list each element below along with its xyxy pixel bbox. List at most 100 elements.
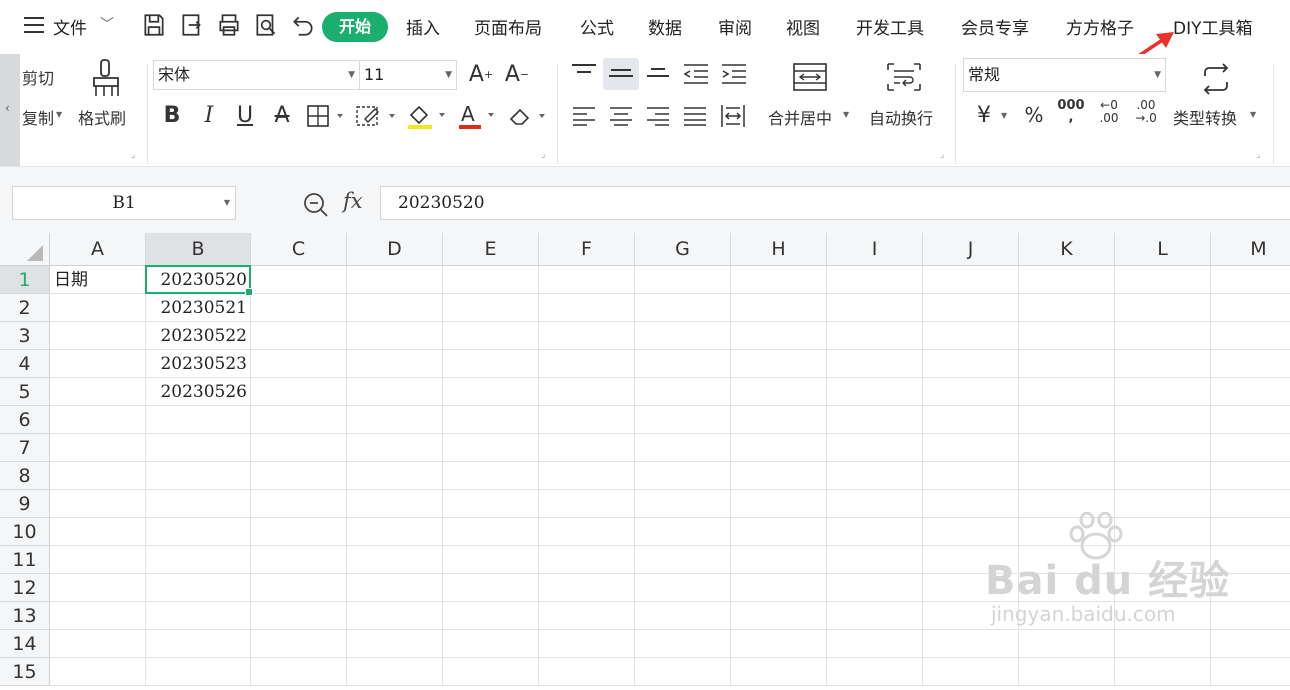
tab-member[interactable]: 会员专享 <box>961 14 1029 39</box>
print-preview-icon[interactable] <box>253 12 279 38</box>
justify-icon[interactable] <box>683 106 707 126</box>
column-header-h[interactable]: H <box>731 233 827 266</box>
align-right-icon[interactable] <box>646 106 670 126</box>
cell-m3[interactable] <box>1211 322 1290 350</box>
underline-icon[interactable]: U <box>231 101 259 129</box>
percent-icon[interactable]: % <box>1020 101 1048 129</box>
cell-d1[interactable] <box>347 266 443 294</box>
cell-j3[interactable] <box>923 322 1019 350</box>
cell-d9[interactable] <box>347 490 443 518</box>
cell-c8[interactable] <box>251 462 347 490</box>
cell-h1[interactable] <box>731 266 827 294</box>
group-expand-icon[interactable]: ⌟ <box>940 150 944 160</box>
cell-a6[interactable] <box>50 406 146 434</box>
cell-h4[interactable] <box>731 350 827 378</box>
cell-e12[interactable] <box>443 574 539 602</box>
column-header-i[interactable]: I <box>827 233 923 266</box>
merge-center-button[interactable]: 合并居中 <box>768 105 832 129</box>
row-header-5[interactable]: 5 <box>0 378 50 406</box>
cell-d8[interactable] <box>347 462 443 490</box>
cell-k6[interactable] <box>1019 406 1115 434</box>
cell-k10[interactable] <box>1019 518 1115 546</box>
cell-a7[interactable] <box>50 434 146 462</box>
tab-data[interactable]: 数据 <box>648 14 682 39</box>
cell-j12[interactable] <box>923 574 1019 602</box>
cell-k2[interactable] <box>1019 294 1115 322</box>
cell-i10[interactable] <box>827 518 923 546</box>
cell-j11[interactable] <box>923 546 1019 574</box>
cell-f7[interactable] <box>539 434 635 462</box>
caret-down-icon[interactable]: ▼ <box>224 187 230 219</box>
align-middle-icon[interactable] <box>603 58 639 90</box>
cell-d10[interactable] <box>347 518 443 546</box>
cell-j13[interactable] <box>923 602 1019 630</box>
thousands-separator-icon[interactable]: 000, <box>1057 98 1085 126</box>
cell-m9[interactable] <box>1211 490 1290 518</box>
cell-h3[interactable] <box>731 322 827 350</box>
fill-handle[interactable] <box>245 288 253 296</box>
cell-a11[interactable] <box>50 546 146 574</box>
column-header-c[interactable]: C <box>251 233 347 266</box>
format-painter-icon[interactable] <box>90 58 122 98</box>
wrap-text-button[interactable]: 自动换行 <box>869 105 933 129</box>
cell-f2[interactable] <box>539 294 635 322</box>
decrease-indent-icon[interactable] <box>682 62 710 86</box>
cell-l2[interactable] <box>1115 294 1211 322</box>
name-box[interactable]: B1 ▼ <box>12 186 236 220</box>
cell-i8[interactable] <box>827 462 923 490</box>
cell-g8[interactable] <box>635 462 731 490</box>
cell-l1[interactable] <box>1115 266 1211 294</box>
cell-i1[interactable] <box>827 266 923 294</box>
cell-h10[interactable] <box>731 518 827 546</box>
cell-f15[interactable] <box>539 658 635 686</box>
cell-a8[interactable] <box>50 462 146 490</box>
cell-e13[interactable] <box>443 602 539 630</box>
export-icon[interactable] <box>179 12 205 38</box>
font-name-select[interactable]: 宋体 ▼ <box>153 60 360 90</box>
cell-k11[interactable] <box>1019 546 1115 574</box>
cell-h12[interactable] <box>731 574 827 602</box>
cell-h11[interactable] <box>731 546 827 574</box>
cell-h14[interactable] <box>731 630 827 658</box>
cell-g12[interactable] <box>635 574 731 602</box>
row-header-13[interactable]: 13 <box>0 602 50 630</box>
cell-e2[interactable] <box>443 294 539 322</box>
cell-d13[interactable] <box>347 602 443 630</box>
cell-c4[interactable] <box>251 350 347 378</box>
select-all-button[interactable] <box>0 233 50 266</box>
cell-g10[interactable] <box>635 518 731 546</box>
cell-c5[interactable] <box>251 378 347 406</box>
cell-h8[interactable] <box>731 462 827 490</box>
cell-m14[interactable] <box>1211 630 1290 658</box>
cell-l14[interactable] <box>1115 630 1211 658</box>
merge-dropdown-icon[interactable]: ▼ <box>843 110 849 119</box>
copy-dropdown-icon[interactable]: ▼ <box>56 110 62 119</box>
ribbon-scroll-left-button[interactable]: ‹ <box>0 54 20 166</box>
cell-m5[interactable] <box>1211 378 1290 406</box>
tab-diy-toolbox[interactable]: DIY工具箱 <box>1173 14 1253 39</box>
increase-font-size-icon[interactable]: A + <box>467 60 495 88</box>
column-header-a[interactable]: A <box>50 233 146 266</box>
font-color-icon[interactable]: A <box>456 101 498 131</box>
cell-l10[interactable] <box>1115 518 1211 546</box>
tab-start[interactable]: 开始 <box>322 12 388 42</box>
cell-g9[interactable] <box>635 490 731 518</box>
cell-j10[interactable] <box>923 518 1019 546</box>
cell-g5[interactable] <box>635 378 731 406</box>
save-icon[interactable] <box>141 12 167 38</box>
format-painter-button[interactable]: 格式刷 <box>78 105 126 129</box>
cell-k12[interactable] <box>1019 574 1115 602</box>
cell-c14[interactable] <box>251 630 347 658</box>
cell-j2[interactable] <box>923 294 1019 322</box>
zoom-search-icon[interactable] <box>302 191 330 219</box>
cell-k3[interactable] <box>1019 322 1115 350</box>
cell-c13[interactable] <box>251 602 347 630</box>
hamburger-menu-icon[interactable] <box>24 17 44 33</box>
cell-i14[interactable] <box>827 630 923 658</box>
cell-i11[interactable] <box>827 546 923 574</box>
cell-j9[interactable] <box>923 490 1019 518</box>
align-bottom-icon[interactable] <box>647 68 669 77</box>
cell-k8[interactable] <box>1019 462 1115 490</box>
cell-g13[interactable] <box>635 602 731 630</box>
cell-m13[interactable] <box>1211 602 1290 630</box>
